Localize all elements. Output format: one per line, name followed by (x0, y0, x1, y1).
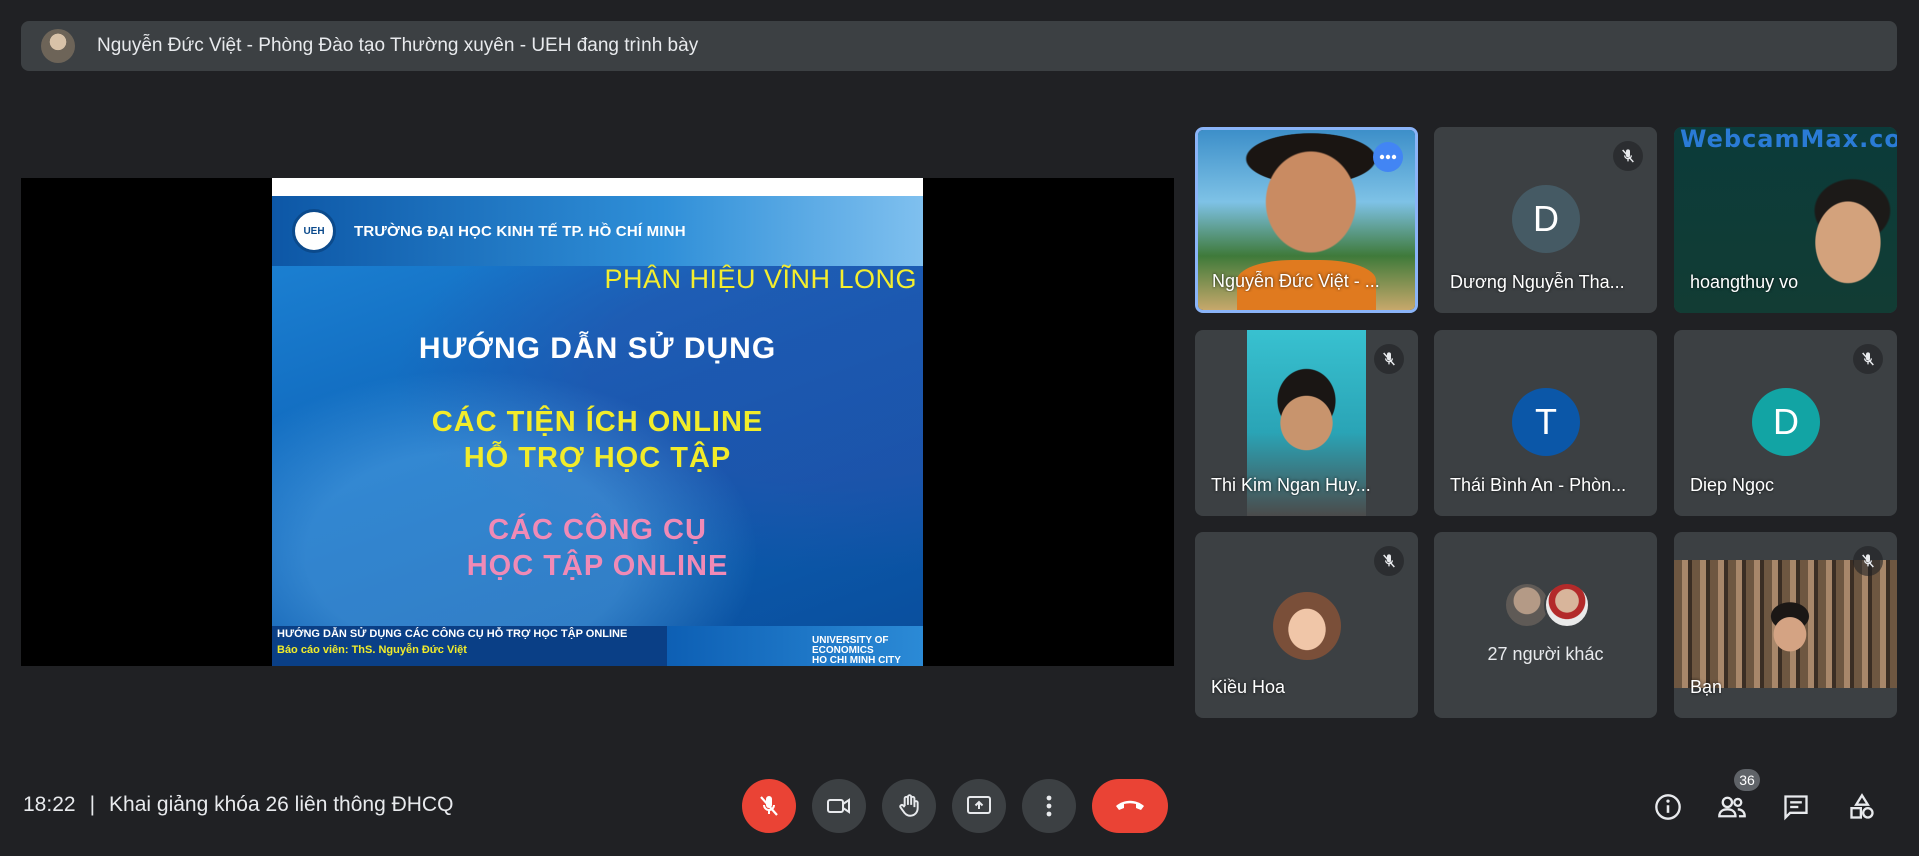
mic-off-icon (1374, 344, 1404, 374)
participant-avatar (1273, 592, 1341, 660)
participant-tile[interactable]: Kiều Hoa (1195, 532, 1418, 718)
participant-tile[interactable]: D Dương Nguyễn Tha... (1434, 127, 1657, 313)
meeting-info: 18:22 | Khai giảng khóa 26 liên thông ĐH… (23, 793, 453, 817)
univ-line-3: HO CHI MINH CITY (812, 655, 901, 666)
presenter-banner: Nguyễn Đức Việt - Phòng Đào tạo Thường x… (21, 21, 1897, 71)
presenter-banner-text: Nguyễn Đức Việt - Phòng Đào tạo Thường x… (97, 35, 699, 56)
more-options-button[interactable] (1022, 779, 1076, 833)
participant-tile[interactable]: D Diep Ngọc (1674, 330, 1897, 516)
meeting-title: Khai giảng khóa 26 liên thông ĐHCQ (109, 793, 454, 816)
meeting-details-button[interactable] (1652, 791, 1684, 823)
slide-header: UEH TRƯỜNG ĐẠI HỌC KINH TẾ TP. HỒ CHÍ MI… (272, 196, 923, 266)
more-options-icon[interactable] (1373, 142, 1403, 172)
slide-line-2: CÁC TIỆN ÍCH ONLINE (431, 406, 764, 438)
slide-line-1: HƯỚNG DẪN SỬ DỤNG (418, 332, 777, 365)
self-video (1674, 560, 1897, 688)
avatar (1544, 582, 1590, 628)
participant-name: Thái Bình An - Phòn... (1450, 475, 1627, 495)
participant-tile[interactable]: WebcamMax.co hoangthuy vo (1674, 127, 1897, 313)
slide-line-4: CÁC CÔNG CỤ (488, 514, 707, 546)
slide-line-3: HỖ TRỢ HỌC TẬP (463, 442, 732, 474)
slide-footer-left: HƯỚNG DẪN SỬ DỤNG CÁC CÔNG CỤ HỖ TRỢ HỌC… (272, 626, 667, 666)
mic-off-icon (1374, 546, 1404, 576)
activities-button[interactable] (1846, 791, 1878, 823)
others-tile[interactable]: 27 người khác (1434, 532, 1657, 718)
raise-hand-icon (899, 794, 919, 817)
others-count-label: 27 người khác (1487, 644, 1604, 664)
chat-icon (1784, 795, 1808, 821)
others-avatars (1504, 582, 1594, 628)
people-icon (1718, 796, 1746, 818)
participant-initial: D (1512, 185, 1580, 253)
chat-button[interactable] (1780, 791, 1812, 823)
participant-tile[interactable]: Nguyễn Đức Việt - ... (1195, 127, 1418, 313)
participant-count-badge: 36 (1734, 769, 1760, 791)
webcam-watermark: WebcamMax.co (1680, 127, 1897, 153)
slide-branch: PHÂN HIỆU VĨNH LONG (604, 264, 917, 294)
participant-name: hoangthuy vo (1690, 272, 1799, 292)
participant-name: Thi Kim Ngan Huy... (1211, 475, 1371, 495)
mic-off-icon (1853, 344, 1883, 374)
camera-icon (827, 798, 850, 814)
meeting-time: 18:22 (23, 793, 76, 816)
slide-footer-right: UNIVERSITY OF ECONOMICS HO CHI MINH CITY (667, 626, 923, 666)
end-call-button[interactable] (1092, 779, 1168, 833)
mic-off-icon (1613, 141, 1643, 171)
shared-slide: UEH TRƯỜNG ĐẠI HỌC KINH TẾ TP. HỒ CHÍ MI… (272, 178, 923, 666)
slide-school-name: TRƯỜNG ĐẠI HỌC KINH TẾ TP. HỒ CHÍ MINH (354, 222, 686, 240)
participant-initial: D (1752, 388, 1820, 456)
participant-tile[interactable]: Thi Kim Ngan Huy... (1195, 330, 1418, 516)
info-icon (1655, 794, 1681, 820)
slide-line-5: HỌC TẬP ONLINE (466, 550, 729, 582)
participant-name: Diep Ngọc (1690, 475, 1775, 495)
participant-name: Dương Nguyễn Tha... (1450, 272, 1625, 292)
participant-name: Kiều Hoa (1211, 677, 1286, 697)
university-logo: UEH (292, 209, 336, 253)
participant-name: Bạn (1690, 677, 1723, 697)
present-button[interactable] (952, 779, 1006, 833)
self-tile[interactable]: Bạn (1674, 532, 1897, 718)
people-button[interactable] (1716, 791, 1748, 823)
raise-hand-button[interactable] (882, 779, 936, 833)
participant-initial: T (1512, 388, 1580, 456)
separator: | (89, 793, 96, 816)
camera-button[interactable] (812, 779, 866, 833)
microphone-button[interactable] (742, 779, 796, 833)
slide-footer-presenter: Báo cáo viên: ThS. Nguyễn Đức Việt (277, 644, 467, 656)
call-end-icon (1116, 800, 1144, 810)
presentation-area[interactable]: UEH TRƯỜNG ĐẠI HỌC KINH TẾ TP. HỒ CHÍ MI… (21, 178, 1174, 666)
participant-name: Nguyễn Đức Việt - ... (1212, 271, 1380, 291)
mic-off-icon (1853, 546, 1883, 576)
more-vert-icon (1046, 795, 1052, 817)
presenter-avatar (41, 29, 75, 63)
participant-tile[interactable]: T Thái Bình An - Phòn... (1434, 330, 1657, 516)
mic-off-icon (760, 796, 778, 816)
present-icon (967, 796, 991, 814)
slide-footer-title: HƯỚNG DẪN SỬ DỤNG CÁC CÔNG CỤ HỖ TRỢ HỌC… (277, 628, 628, 640)
activities-icon (1850, 793, 1874, 819)
